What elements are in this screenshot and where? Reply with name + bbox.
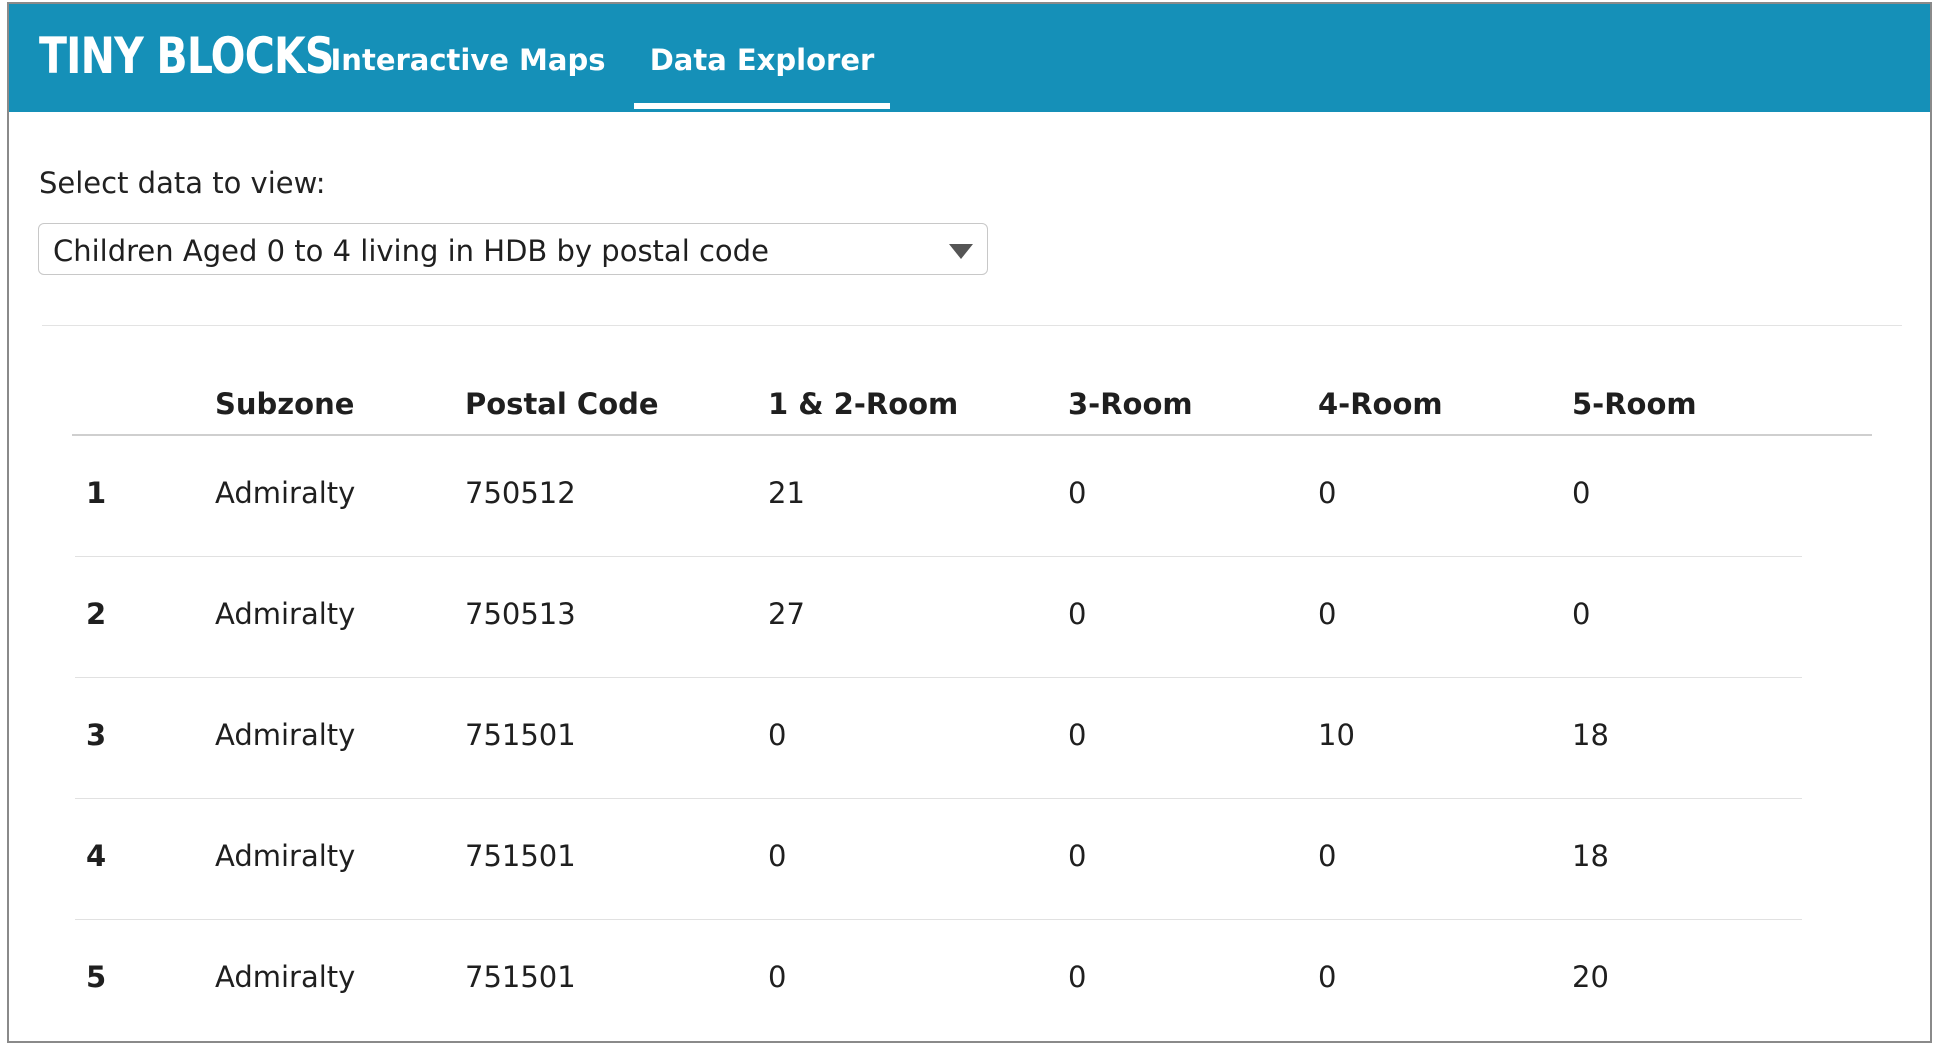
cell-4-room: 0: [1318, 960, 1337, 994]
cell-3-room: 0: [1068, 476, 1087, 510]
row-index: 3: [86, 718, 107, 752]
cell-1-2-room: 0: [768, 718, 787, 752]
row-index: 5: [86, 960, 107, 994]
column-header-4-room[interactable]: 4-Room: [1318, 374, 1443, 434]
cell-1-2-room: 0: [768, 839, 787, 873]
row-index: 1: [86, 476, 107, 510]
cell-4-room: 0: [1318, 839, 1337, 873]
cell-5-room: 20: [1572, 960, 1609, 994]
cell-1-2-room: 21: [768, 476, 805, 510]
tab-data-explorer[interactable]: Data Explorer: [634, 4, 890, 109]
cell-5-room: 0: [1572, 597, 1591, 631]
cell-subzone: Admiralty: [215, 597, 356, 631]
cell-postal-code: 751501: [465, 839, 576, 873]
cell-3-room: 0: [1068, 597, 1087, 631]
select-data-label: Select data to view:: [39, 166, 326, 200]
column-header-5-room[interactable]: 5-Room: [1572, 374, 1697, 434]
cell-5-room: 18: [1572, 839, 1609, 873]
row-index: 4: [86, 839, 107, 873]
table-row: 2 Admiralty 750513 27 0 0 0: [75, 557, 1802, 678]
cell-subzone: Admiralty: [215, 839, 356, 873]
cell-postal-code: 751501: [465, 718, 576, 752]
column-header-3-room[interactable]: 3-Room: [1068, 374, 1193, 434]
top-nav-bar: TINY BLOCKS Interactive Maps Data Explor…: [9, 4, 1930, 112]
caret-down-icon[interactable]: [949, 244, 973, 259]
table-row: 3 Admiralty 751501 0 0 10 18: [75, 678, 1802, 799]
cell-subzone: Admiralty: [215, 476, 356, 510]
cell-subzone: Admiralty: [215, 718, 356, 752]
cell-4-room: 10: [1318, 718, 1355, 752]
column-header-1-2-room[interactable]: 1 & 2-Room: [768, 374, 958, 434]
cell-5-room: 18: [1572, 718, 1609, 752]
cell-1-2-room: 27: [768, 597, 805, 631]
section-divider: [42, 325, 1902, 326]
cell-postal-code: 750512: [465, 476, 576, 510]
cell-postal-code: 751501: [465, 960, 576, 994]
app-logo[interactable]: TINY BLOCKS: [39, 24, 334, 88]
cell-4-room: 0: [1318, 476, 1337, 510]
cell-1-2-room: 0: [768, 960, 787, 994]
cell-5-room: 0: [1572, 476, 1591, 510]
dataset-select[interactable]: Children Aged 0 to 4 living in HDB by po…: [38, 223, 988, 275]
cell-postal-code: 750513: [465, 597, 576, 631]
table-row: 4 Admiralty 751501 0 0 0 18: [75, 799, 1802, 920]
cell-3-room: 0: [1068, 960, 1087, 994]
cell-subzone: Admiralty: [215, 960, 356, 994]
row-index: 2: [86, 597, 107, 631]
table-row: 1 Admiralty 750512 21 0 0 0: [75, 436, 1802, 557]
table-header: Subzone Postal Code 1 & 2-Room 3-Room 4-…: [72, 374, 1872, 436]
app-window: TINY BLOCKS Interactive Maps Data Explor…: [7, 2, 1932, 1043]
table-row: 5 Admiralty 751501 0 0 0 20: [75, 920, 1802, 1040]
column-header-subzone[interactable]: Subzone: [215, 374, 354, 434]
cell-3-room: 0: [1068, 839, 1087, 873]
dataset-select-value: Children Aged 0 to 4 living in HDB by po…: [53, 234, 769, 268]
column-header-postal-code[interactable]: Postal Code: [465, 374, 659, 434]
data-table: Subzone Postal Code 1 & 2-Room 3-Room 4-…: [72, 374, 1872, 1040]
cell-3-room: 0: [1068, 718, 1087, 752]
tab-interactive-maps[interactable]: Interactive Maps: [329, 4, 607, 108]
cell-4-room: 0: [1318, 597, 1337, 631]
